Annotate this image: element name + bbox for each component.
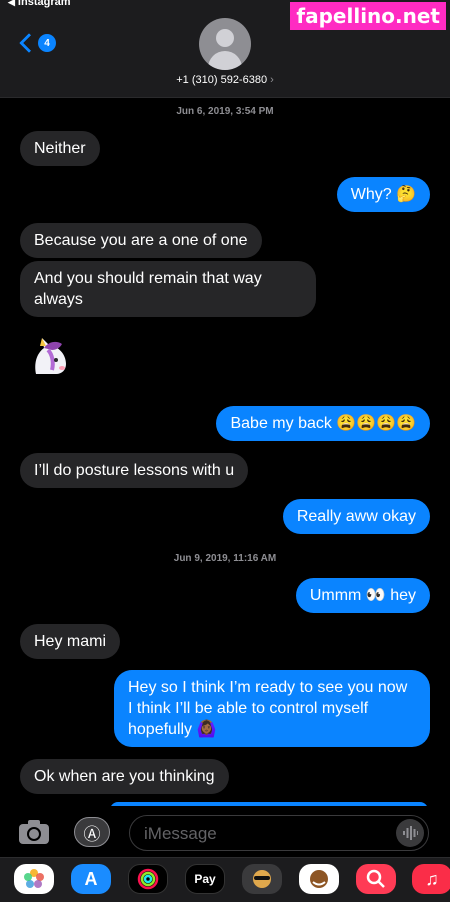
message-incoming[interactable]: And you should remain that way always [20, 261, 316, 317]
chevron-left-icon [19, 33, 39, 53]
avatar-body [208, 51, 242, 70]
message-outgoing[interactable]: Babe my back 😩😩😩😩 [216, 406, 430, 441]
timestamp: Jun 6, 2019, 3:54 PM [176, 106, 274, 117]
contact-arrow-icon: › [270, 74, 274, 86]
watermark: fapellino.net [290, 2, 446, 30]
message-incoming[interactable]: Ok when are you thinking [20, 759, 229, 794]
back-button[interactable]: 4 [16, 30, 56, 56]
activity-app-icon[interactable] [128, 864, 168, 894]
message-incoming[interactable]: Neither [20, 131, 100, 166]
apple-pay-label: Pay [194, 872, 216, 886]
message-incoming[interactable]: I’ll do posture lessons with u [20, 453, 249, 488]
avatar-head [216, 29, 234, 47]
back-to-app[interactable]: ◀ Instagram [8, 0, 71, 8]
back-triangle-icon: ◀ [8, 0, 15, 7]
contact-avatar[interactable] [199, 18, 251, 70]
message-input-placeholder: iMessage [144, 824, 217, 843]
message-outgoing[interactable]: Why? 🤔 [336, 177, 430, 212]
contact-name[interactable]: +1 (310) 592-6380 › [0, 74, 450, 86]
message-incoming[interactable]: Hey mami [20, 624, 121, 659]
message-incoming[interactable]: Because you are a one of one [20, 223, 262, 258]
apple-pay-app-icon[interactable]: Pay [185, 864, 225, 894]
app-drawer: A Pay ♫ [0, 857, 450, 902]
timestamp: Jun 9, 2019, 11:16 AM [173, 553, 277, 564]
photos-app-icon[interactable] [14, 864, 54, 894]
camera-icon[interactable] [18, 819, 50, 845]
audio-waveform-icon[interactable] [396, 819, 424, 847]
back-app-label: Instagram [17, 0, 71, 8]
message-input[interactable]: iMessage [129, 815, 429, 851]
unread-badge: 4 [38, 34, 56, 52]
contact-number: +1 (310) 592-6380 [176, 74, 268, 86]
search-images-app-icon[interactable] [356, 864, 396, 894]
app-store-icon[interactable]: Ⓐ [74, 817, 110, 847]
message-outgoing[interactable]: Really aww okay [282, 499, 430, 534]
unicorn-emoji[interactable] [26, 334, 72, 380]
app-store-app-icon[interactable]: A [71, 864, 111, 894]
memoji-app-icon[interactable] [242, 864, 282, 894]
message-outgoing[interactable]: Ummm 👀 hey [295, 578, 430, 613]
music-app-icon[interactable]: ♫ [412, 864, 450, 894]
message-outgoing[interactable]: Hey so I think I’m ready to see you now … [114, 670, 430, 747]
memoji-stickers-app-icon[interactable] [299, 864, 339, 894]
